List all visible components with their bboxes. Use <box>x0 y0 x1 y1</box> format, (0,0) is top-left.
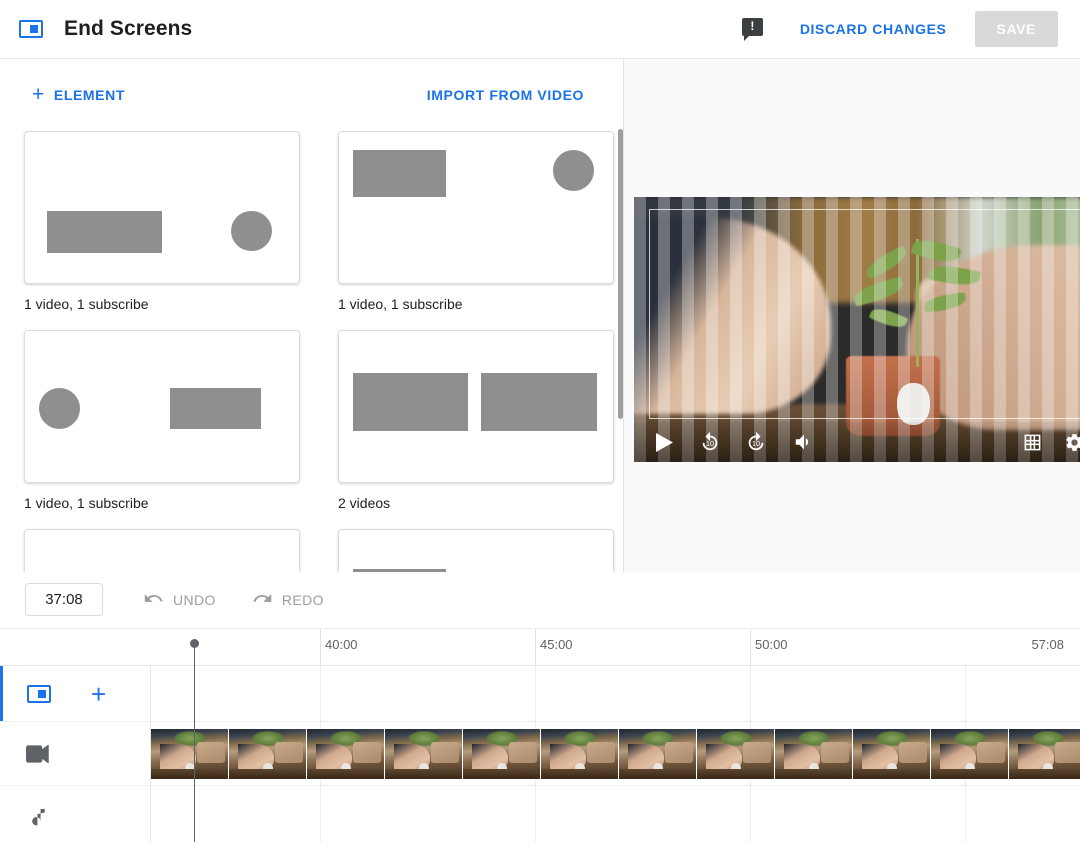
plus-icon: + <box>32 82 45 106</box>
filmstrip-frame <box>619 729 696 779</box>
template-label: 1 video, 1 subscribe <box>338 296 463 312</box>
app-header: End Screens ! DISCARD CHANGES SAVE <box>0 0 1080 59</box>
template-card-2[interactable] <box>338 131 614 284</box>
template-panel: + ELEMENT IMPORT FROM VIDEO 1 video, 1 s… <box>0 59 624 572</box>
add-end-screen-button[interactable]: + <box>91 681 106 707</box>
filmstrip-frame <box>931 729 1008 779</box>
template-cell <box>338 529 614 572</box>
ruler-label-45: 45:00 <box>540 637 573 652</box>
template-card-1[interactable] <box>24 131 300 284</box>
redo-arrow-icon <box>252 588 273 612</box>
video-track-header[interactable] <box>0 722 151 785</box>
player-right-controls <box>1015 425 1080 459</box>
filmstrip-frame <box>775 729 852 779</box>
ruler-label-50: 50:00 <box>755 637 788 652</box>
audio-track-header[interactable] <box>0 786 151 842</box>
timeline-toolbar: 37:08 UNDO REDO <box>0 572 1080 628</box>
filmstrip-frame <box>385 729 462 779</box>
player-controls: 10 10 <box>634 422 1080 462</box>
template-card-4[interactable] <box>338 330 614 483</box>
filmstrip-frame <box>463 729 540 779</box>
template-cell: 1 video, 1 subscribe <box>338 131 614 312</box>
grid-icon[interactable] <box>1015 425 1049 459</box>
template-label: 1 video, 1 subscribe <box>24 296 149 312</box>
replay-10-icon[interactable]: 10 <box>693 425 727 459</box>
end-screen-track-body[interactable] <box>151 666 1080 721</box>
volume-icon[interactable] <box>787 425 821 459</box>
undo-arrow-icon <box>143 588 164 612</box>
filmstrip-frame <box>229 729 306 779</box>
audio-track-body[interactable] <box>151 786 1080 842</box>
end-screen-icon <box>18 16 44 42</box>
template-cell <box>24 529 300 572</box>
filmstrip-frame <box>541 729 618 779</box>
redo-button[interactable]: REDO <box>248 582 328 618</box>
import-from-video-button[interactable]: IMPORT FROM VIDEO <box>423 81 588 109</box>
timeline: 40:00 45:00 50:00 57:08 + <box>0 628 1080 842</box>
template-label: 2 videos <box>338 495 391 511</box>
end-screens-editor: End Screens ! DISCARD CHANGES SAVE + ELE… <box>0 0 1080 842</box>
template-row: 1 video, 1 subscribe 2 videos <box>24 330 623 511</box>
playhead[interactable] <box>190 639 199 842</box>
template-cell: 1 video, 1 subscribe <box>24 131 300 312</box>
template-cell: 2 videos <box>338 330 614 511</box>
add-element-label: ELEMENT <box>53 87 125 103</box>
template-grid: 1 video, 1 subscribe 1 video, 1 subscrib… <box>0 131 623 572</box>
play-icon[interactable] <box>647 425 681 459</box>
music-note-icon <box>25 808 53 830</box>
discard-changes-button[interactable]: DISCARD CHANGES <box>792 13 955 45</box>
template-label: 1 video, 1 subscribe <box>24 495 149 511</box>
ruler-label-end: 57:08 <box>1031 637 1064 652</box>
page-title: End Screens <box>64 17 193 40</box>
undo-label: UNDO <box>173 591 216 608</box>
feedback-exclamation-icon[interactable]: ! <box>741 18 764 41</box>
video-preview-panel: 10 10 <box>624 59 1080 572</box>
redo-label: REDO <box>281 591 324 608</box>
save-button[interactable]: SAVE <box>974 11 1058 47</box>
header-actions: ! DISCARD CHANGES SAVE <box>741 0 1080 58</box>
video-track <box>0 722 1080 786</box>
filmstrip-frame <box>853 729 930 779</box>
video-player[interactable]: 10 10 <box>634 197 1080 462</box>
filmstrip-frame <box>697 729 774 779</box>
audio-track <box>0 786 1080 842</box>
filmstrip-frame <box>307 729 384 779</box>
filmstrip-frame <box>151 729 228 779</box>
end-screen-track-header[interactable]: + <box>0 666 151 721</box>
video-track-body[interactable] <box>151 722 1080 785</box>
template-row: 1 video, 1 subscribe 1 video, 1 subscrib… <box>24 131 623 312</box>
panel-actions: + ELEMENT IMPORT FROM VIDEO <box>0 59 623 131</box>
filmstrip-frame <box>1009 729 1080 779</box>
timeline-ruler[interactable]: 40:00 45:00 50:00 57:08 <box>0 629 1080 666</box>
end-screen-icon <box>25 684 53 703</box>
template-card-5[interactable] <box>24 529 300 572</box>
end-screen-track: + <box>0 666 1080 722</box>
add-element-button[interactable]: + ELEMENT <box>28 79 129 112</box>
panel-scrollbar-thumb[interactable] <box>618 129 623 419</box>
video-camera-icon <box>25 744 53 763</box>
gear-icon[interactable] <box>1057 425 1080 459</box>
template-cell: 1 video, 1 subscribe <box>24 330 300 511</box>
template-card-3[interactable] <box>24 330 300 483</box>
forward-10-icon[interactable]: 10 <box>739 425 773 459</box>
ruler-label-40: 40:00 <box>325 637 358 652</box>
template-row <box>24 529 623 572</box>
current-time-input[interactable]: 37:08 <box>25 583 103 616</box>
video-filmstrip[interactable] <box>151 729 1080 779</box>
playhead-knob[interactable] <box>190 639 199 648</box>
undo-button[interactable]: UNDO <box>139 582 220 618</box>
svg-text:10: 10 <box>752 439 760 448</box>
template-card-6[interactable] <box>338 529 614 572</box>
svg-text:10: 10 <box>706 439 714 448</box>
